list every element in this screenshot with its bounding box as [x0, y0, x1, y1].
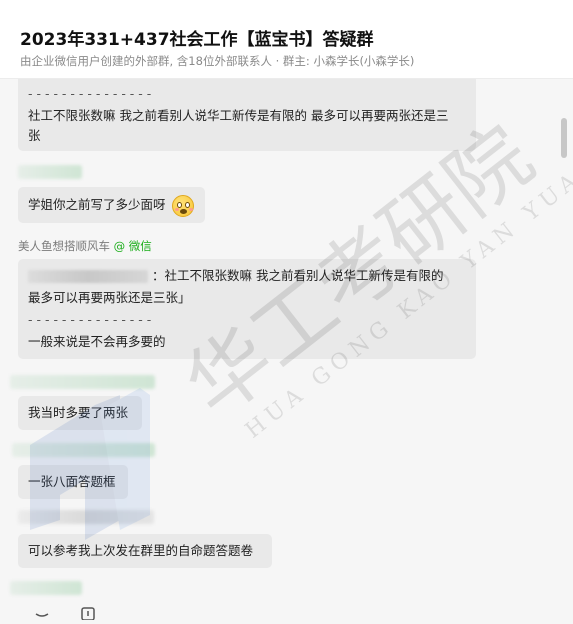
message-bubble[interactable]: 可以参考我上次发在群里的自命题答题卷 [18, 534, 272, 568]
chat-header: 2023年331+437社会工作【蓝宝书】答疑群 由企业微信用户创建的外部群, … [0, 0, 573, 79]
message-bubble[interactable]: - - - - - - - - - - - - - - - 社工不限张数嘛 我之… [18, 79, 476, 151]
grimace-emoji-icon [172, 195, 194, 217]
quote-text: ：社工不限张数嘛 我之前看别人说华工新传是有限的 [151, 268, 444, 283]
message-list[interactable]: - - - - - - - - - - - - - - - 社工不限张数嘛 我之… [0, 79, 573, 624]
message-bubble[interactable]: 我当时多要了两张 [18, 396, 142, 430]
message-text: 我当时多要了两张 [28, 405, 129, 420]
message-text: 可以参考我上次发在群里的自命题答题卷 [28, 543, 254, 558]
message-bubble[interactable]: ：社工不限张数嘛 我之前看别人说华工新传是有限的 最多可以再要两张还是三张」 -… [18, 259, 476, 359]
wechat-tag: @ 微信 [113, 239, 152, 253]
quote-separator: - - - - - - - - - - - - - - - [28, 312, 152, 327]
group-subtitle: 由企业微信用户创建的外部群, 含18位外部联系人 · 群主: 小森学长(小森学长… [20, 54, 415, 68]
message-text: 一般来说是不会再多要的 [28, 334, 166, 349]
scrollbar-thumb[interactable] [561, 118, 567, 158]
sender-name-blurred [12, 443, 155, 457]
message-text: 张 [28, 128, 41, 143]
message-bubble[interactable]: 一张八面答题框 [18, 465, 128, 499]
quote-separator: - - - - - - - - - - - - - - - [28, 86, 152, 101]
sender-name-blurred [10, 581, 82, 595]
sender-name[interactable]: 美人鱼想搭顺风车 @ 微信 [18, 238, 152, 254]
sender-name-blurred [18, 510, 154, 524]
sender-name-blurred [18, 165, 82, 179]
message-text: 一张八面答题框 [28, 474, 116, 489]
group-title[interactable]: 2023年331+437社会工作【蓝宝书】答疑群 [20, 25, 374, 50]
sender-name-blurred [10, 375, 155, 389]
message-text: 社工不限张数嘛 我之前看别人说华工新传是有限的 最多可以再要两张还是三 [28, 108, 449, 123]
emoji-icon[interactable] [34, 604, 50, 620]
file-icon[interactable] [80, 604, 96, 620]
message-text: 学姐你之前写了多少面呀 [28, 197, 166, 212]
quoted-sender-blurred [28, 270, 148, 283]
quote-line: ：社工不限张数嘛 我之前看别人说华工新传是有限的 [28, 265, 466, 287]
sender-nickname: 美人鱼想搭顺风车 [18, 239, 110, 253]
quote-text: 最多可以再要两张还是三张」 [28, 290, 191, 305]
